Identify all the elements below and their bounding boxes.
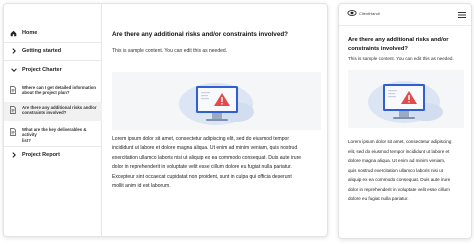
- illustration: [348, 70, 464, 128]
- nav-getting-started[interactable]: Getting started: [4, 46, 102, 56]
- home-icon: [10, 30, 17, 37]
- logo[interactable]: ClientHandi: [347, 10, 380, 16]
- nav-getting-started-label: Getting started: [22, 48, 62, 54]
- nav-project-report[interactable]: Project Report: [4, 150, 102, 160]
- sidebar-subitem-risks[interactable]: Are there any additional risks and/or co…: [4, 102, 102, 121]
- nav-home-label: Home: [22, 30, 38, 36]
- mobile-header: ClientHandi: [339, 4, 471, 26]
- sample-text: This is sample content. You can edit thi…: [348, 56, 454, 61]
- sidebar-subitem-deliverables[interactable]: What are the key deliverables & activity…: [4, 127, 102, 143]
- nav-project-charter[interactable]: Project Charter: [4, 65, 102, 75]
- sidebar-subitem-label: Are there any additional risks and/or co…: [22, 105, 97, 116]
- document-icon: [10, 128, 16, 136]
- sidebar-subitem-project-plan[interactable]: Where can I get detailed information abo…: [4, 83, 102, 99]
- body-text: Lorem ipsum dolor sit amet, consectetur …: [112, 136, 302, 190]
- page-title: Are there any additional risks and/or co…: [112, 31, 289, 38]
- desktop-preview: Home Getting started Project Charter Whe…: [3, 3, 328, 237]
- page-title: Are there any additional risks and/or co…: [348, 37, 449, 52]
- document-icon: [10, 86, 16, 94]
- sidebar-subitem-label: Where can I get detailed information abo…: [22, 85, 97, 96]
- sidebar: Home Getting started Project Charter Whe…: [4, 4, 102, 236]
- sidebar-divider: [4, 60, 102, 61]
- chevron-right-icon: [10, 48, 17, 55]
- nav-project-report-label: Project Report: [22, 152, 60, 158]
- monitor-icon: [179, 83, 254, 125]
- mobile-preview: ClientHandi Are there any additional ris…: [338, 3, 472, 239]
- nav-home[interactable]: Home: [4, 28, 102, 38]
- sidebar-divider: [4, 42, 102, 43]
- sample-text: This is sample content. You can edit thi…: [112, 48, 228, 54]
- document-icon: [10, 106, 16, 114]
- monitor-icon: [368, 81, 443, 123]
- hamburger-menu-icon[interactable]: [458, 12, 466, 18]
- sidebar-subitem-label: What are the key deliverables & activity…: [22, 127, 87, 143]
- logo-icon: [347, 10, 357, 16]
- illustration: [112, 72, 321, 130]
- logo-text: ClientHandi: [359, 10, 380, 16]
- sidebar-divider: [4, 146, 102, 147]
- nav-project-charter-label: Project Charter: [22, 67, 62, 73]
- chevron-right-icon: [10, 152, 17, 159]
- body-text: Lorem ipsum dolor sit amet, consectetur …: [348, 139, 452, 201]
- chevron-down-icon: [10, 67, 17, 74]
